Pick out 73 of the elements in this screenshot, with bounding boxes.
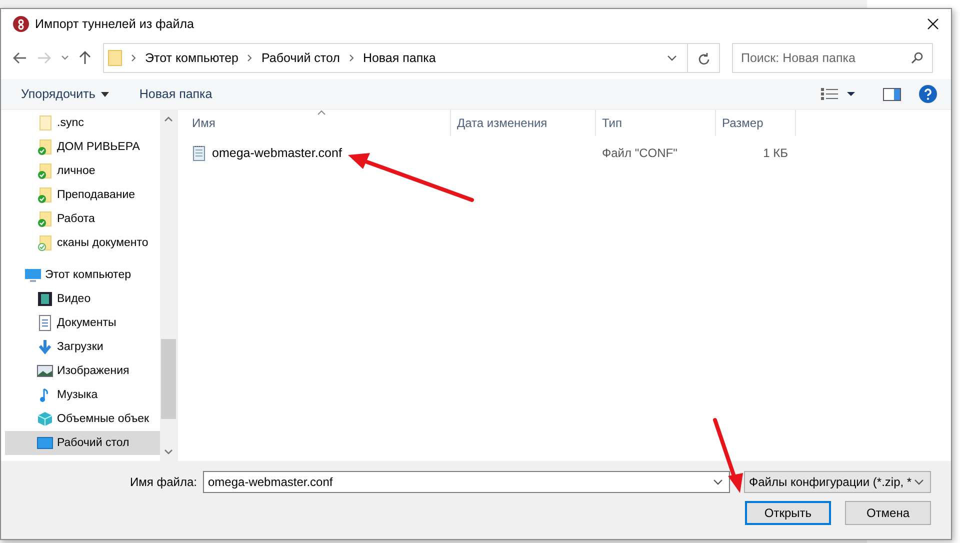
sidebar-item[interactable]: Этот компьютер <box>5 263 160 287</box>
search-field[interactable]: Поиск: Новая папка <box>732 43 933 73</box>
folder-icon <box>37 115 53 131</box>
view-list-icon[interactable] <box>821 88 857 100</box>
synced-folder-icon <box>37 235 53 251</box>
sidebar-item[interactable]: .sync <box>5 111 160 135</box>
sidebar-item[interactable]: Рабочий стол <box>5 431 160 455</box>
chevron-down-icon[interactable] <box>713 479 723 485</box>
sidebar-item[interactable]: Документы <box>5 311 160 335</box>
breadcrumb-item[interactable]: Этот компьютер <box>145 51 238 65</box>
sort-caret-icon <box>317 110 326 115</box>
scrollbar-thumb[interactable] <box>161 339 176 419</box>
chevron-right-icon <box>247 54 252 62</box>
window-title: Импорт туннелей из файла <box>35 17 194 31</box>
organize-menu-button[interactable]: Упорядочить <box>15 83 116 105</box>
up-arrow-icon[interactable] <box>79 51 91 65</box>
column-header[interactable]: Дата изменения <box>451 110 596 136</box>
refresh-button[interactable] <box>688 43 720 73</box>
refresh-icon <box>698 52 710 64</box>
chevron-right-icon <box>348 54 354 62</box>
sidebar-item[interactable]: Загрузки <box>5 335 160 359</box>
file-row[interactable]: omega-webmaster.conf Файл "CONF" 1 КБ <box>186 142 951 164</box>
filename-label: Имя файла: <box>130 475 197 489</box>
breadcrumb-item[interactable]: Рабочий стол <box>261 51 340 65</box>
search-icon[interactable] <box>911 52 923 64</box>
file-name: omega-webmaster.conf <box>212 146 342 160</box>
file-type: Файл "CONF" <box>602 146 678 160</box>
monitor-icon <box>25 267 41 283</box>
caret-icon <box>101 92 110 96</box>
column-header[interactable]: Имя <box>186 110 451 136</box>
address-bar[interactable]: Этот компьютер Рабочий стол Новая папка <box>103 43 688 73</box>
document-icon <box>37 315 53 331</box>
down-arrow-icon <box>37 339 53 355</box>
help-icon[interactable] <box>919 85 937 103</box>
file-type-dropdown[interactable]: Файлы конфигурации (*.zip, * <box>744 471 931 493</box>
synced-folder-icon <box>37 163 53 179</box>
cancel-button[interactable]: Отмена <box>845 501 931 525</box>
folder-icon <box>108 50 122 66</box>
chevron-right-icon <box>131 54 136 62</box>
column-header[interactable]: Размер <box>716 110 796 136</box>
chevron-down-icon[interactable] <box>667 55 677 61</box>
sidebar-item[interactable]: Видео <box>5 287 160 311</box>
desktop-icon <box>37 435 53 451</box>
sidebar-item[interactable]: сканы документо <box>5 231 160 255</box>
close-icon[interactable] <box>927 18 939 30</box>
sidebar-item[interactable]: личное <box>5 159 160 183</box>
app-logo-icon <box>13 16 29 32</box>
preview-pane-icon[interactable] <box>883 88 901 100</box>
synced-folder-icon <box>37 211 53 227</box>
column-header[interactable]: Тип <box>596 110 716 136</box>
sidebar-item[interactable]: Изображения <box>5 359 160 383</box>
film-icon <box>37 291 53 307</box>
synced-folder-icon <box>37 139 53 155</box>
chevron-down-icon[interactable] <box>164 449 173 455</box>
sidebar-item[interactable]: Музыка <box>5 383 160 407</box>
chevron-down-icon[interactable] <box>61 55 69 61</box>
cube-icon <box>37 411 53 427</box>
breadcrumb-item[interactable]: Новая папка <box>362 51 436 65</box>
back-arrow-icon[interactable] <box>13 52 27 64</box>
synced-folder-icon <box>37 187 53 203</box>
scrollbar[interactable] <box>160 110 177 461</box>
sidebar-item[interactable]: Работа <box>5 207 160 231</box>
open-button[interactable]: Открыть <box>745 501 831 525</box>
sidebar-item[interactable]: Объемные объек <box>5 407 160 431</box>
chevron-down-icon <box>914 479 924 485</box>
chevron-up-icon[interactable] <box>164 116 173 122</box>
file-size: 1 КБ <box>763 146 788 160</box>
sidebar-item[interactable]: Преподавание <box>5 183 160 207</box>
new-folder-button[interactable]: Новая папка <box>133 83 218 105</box>
filename-field[interactable]: omega-webmaster.conf <box>203 471 730 493</box>
text-file-icon <box>192 145 206 161</box>
picture-icon <box>37 363 53 379</box>
sidebar-item[interactable]: ДОМ РИВЬЕРА <box>5 135 160 159</box>
